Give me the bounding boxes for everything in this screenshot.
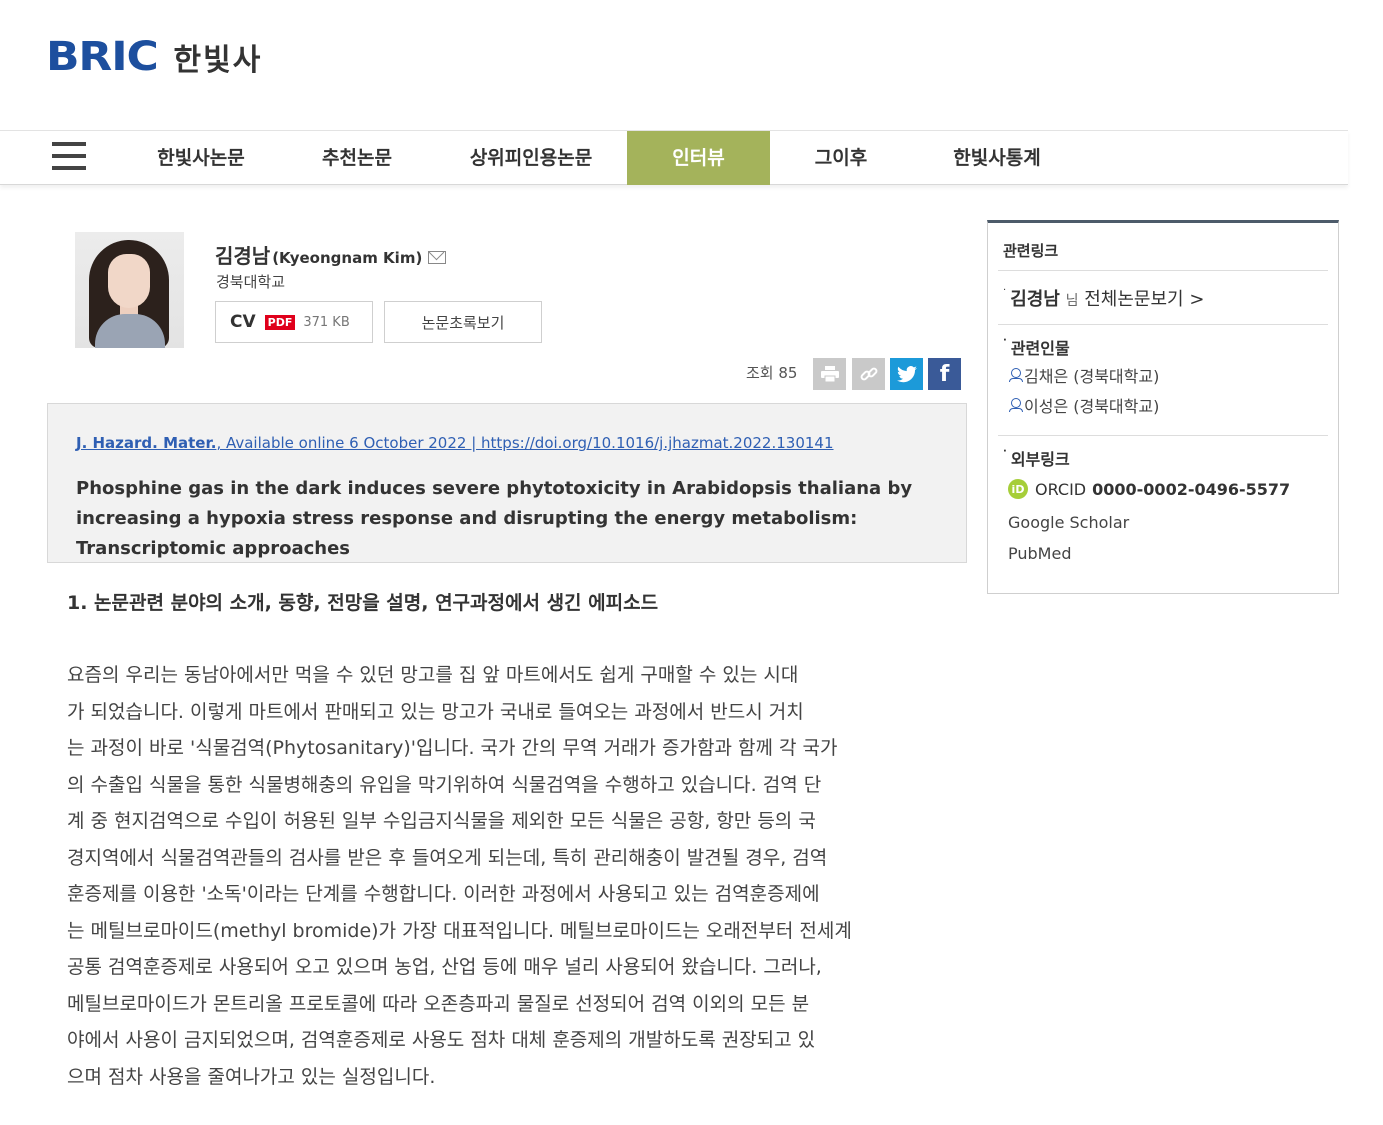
orcid-icon: iD: [1008, 479, 1028, 499]
text-line: 의 수출입 식물을 통한 식물병해충의 유입을 막기위하여 식물검역을 수행하고…: [67, 773, 822, 796]
related-links-sidebar: 관련링크 · 김경남 님 전체논문보기 > · 관련인물 김채은 (경북대학교) 이…: [987, 220, 1339, 594]
author-name: 김경남 (Kyeongnam Kim): [215, 240, 447, 269]
external-links-heading: · 외부링크: [1003, 446, 1070, 469]
pdf-icon: PDF: [264, 314, 296, 330]
link-icon[interactable]: [852, 358, 885, 390]
question-heading: 1. 논문관련 분야의 소개, 동향, 전망을 설명, 연구과정에서 생긴 에피…: [67, 592, 659, 614]
all-papers-label: 전체논문보기 >: [1084, 289, 1205, 310]
view-count: 조회 85: [746, 364, 798, 382]
text-line: 메틸브로마이드가 몬트리올 프로토콜에 따라 오존층파괴 물질로 선정되어 검역…: [67, 992, 810, 1015]
author-name-en: (Kyeongnam Kim): [272, 249, 423, 267]
cv-download-button[interactable]: CV PDF 371 KB: [215, 301, 373, 343]
menu-icon[interactable]: [52, 142, 86, 172]
twitter-icon[interactable]: [890, 358, 923, 390]
person-icon: [1008, 398, 1023, 412]
nav-item-hanbitsa-papers[interactable]: 한빛사논문: [128, 131, 274, 185]
author-name-ko: 김경남: [215, 244, 271, 268]
all-papers-honorific: 님: [1065, 293, 1079, 309]
person-icon: [1008, 368, 1023, 382]
text-line: 가 되었습니다. 이렇게 마트에서 판매되고 있는 망고가 국내로 들여오는 과…: [67, 700, 804, 723]
all-papers-link[interactable]: · 김경남 님 전체논문보기 >: [1003, 285, 1204, 311]
all-papers-author: 김경남: [1010, 289, 1060, 310]
facebook-icon[interactable]: f: [928, 358, 961, 390]
sidebar-title: 관련링크: [1003, 242, 1059, 260]
answer-text: 요즘의 우리는 동남아에서만 먹을 수 있던 망고를 집 앞 마트에서도 쉽게 …: [67, 657, 952, 1095]
view-abstract-button[interactable]: 논문초록보기: [384, 301, 542, 343]
print-icon[interactable]: [813, 358, 846, 390]
nav-item-recommended[interactable]: 추천논문: [284, 131, 430, 185]
text-line: 는 과정이 바로 '식물검역(Phytosanitary)'입니다. 국가 간의…: [67, 737, 838, 759]
cv-label: CV: [230, 312, 256, 332]
cv-file-size: 371 KB: [303, 314, 350, 330]
logo-bric: BRIC: [46, 34, 159, 80]
text-line: 계 중 현지검역으로 수입이 허용된 일부 수입금지식물을 제외한 모든 식물은…: [67, 810, 816, 832]
citation-link[interactable]: J. Hazard. Mater., Available online 6 Oc…: [76, 434, 834, 452]
paper-title: Phosphine gas in the dark induces severe…: [76, 478, 913, 559]
text-line: 는 메틸브로마이드(methyl bromide)가 가장 대표적입니다. 메틸…: [67, 919, 852, 942]
nav-item-statistics[interactable]: 한빛사통계: [925, 131, 1069, 185]
related-person[interactable]: 이성은 (경북대학교): [1008, 393, 1159, 417]
text-line: 공통 검역훈증제로 사용되어 오고 있으며 농업, 산업 등에 매우 널리 사용…: [67, 956, 822, 978]
journal-name: J. Hazard. Mater.: [76, 434, 217, 452]
mail-icon[interactable]: [428, 251, 447, 264]
pubmed-link[interactable]: PubMed: [1008, 544, 1071, 563]
site-logo[interactable]: BRIC 한빛사: [46, 34, 262, 80]
logo-hanbitsa: 한빛사: [173, 43, 263, 78]
orcid-id: 0000-0002-0496-5577: [1092, 479, 1291, 499]
text-line: 경지역에서 식물검역관들의 검사를 받은 후 들여오게 되는데, 특히 관리해충…: [67, 846, 828, 869]
citation-box: J. Hazard. Mater., Available online 6 Oc…: [47, 403, 967, 563]
orcid-label: ORCID: [1035, 479, 1087, 499]
author-photo: [75, 232, 184, 348]
nav-item-afterwards[interactable]: 그이후: [780, 131, 902, 185]
text-line: 야에서 사용이 금지되었으며, 검역훈증제로 사용도 점차 대체 훈증제의 개발…: [67, 1029, 816, 1051]
nav-item-top-cited[interactable]: 상위피인용논문: [446, 131, 616, 185]
main-nav: 한빛사논문 추천논문 상위피인용논문 인터뷰 그이후 한빛사통계: [0, 130, 1348, 185]
text-line: 으며 점차 사용을 줄여나가고 있는 실정입니다.: [67, 1065, 436, 1088]
text-line: 훈증제를 이용한 '소독'이라는 단계를 수행합니다. 이러한 과정에서 사용되…: [67, 883, 820, 905]
google-scholar-link[interactable]: Google Scholar: [1008, 513, 1129, 532]
author-affiliation: 경북대학교: [216, 273, 286, 291]
text-line: 요즘의 우리는 동남아에서만 먹을 수 있던 망고를 집 앞 마트에서도 쉽게 …: [67, 664, 799, 686]
orcid-link[interactable]: iD ORCID 0000-0002-0496-5577: [1008, 479, 1290, 499]
related-people-heading: · 관련인물: [1003, 335, 1070, 358]
nav-item-interview[interactable]: 인터뷰: [627, 131, 770, 185]
related-person[interactable]: 김채은 (경북대학교): [1008, 363, 1159, 387]
citation-meta: , Available online 6 October 2022 | http…: [216, 434, 834, 452]
